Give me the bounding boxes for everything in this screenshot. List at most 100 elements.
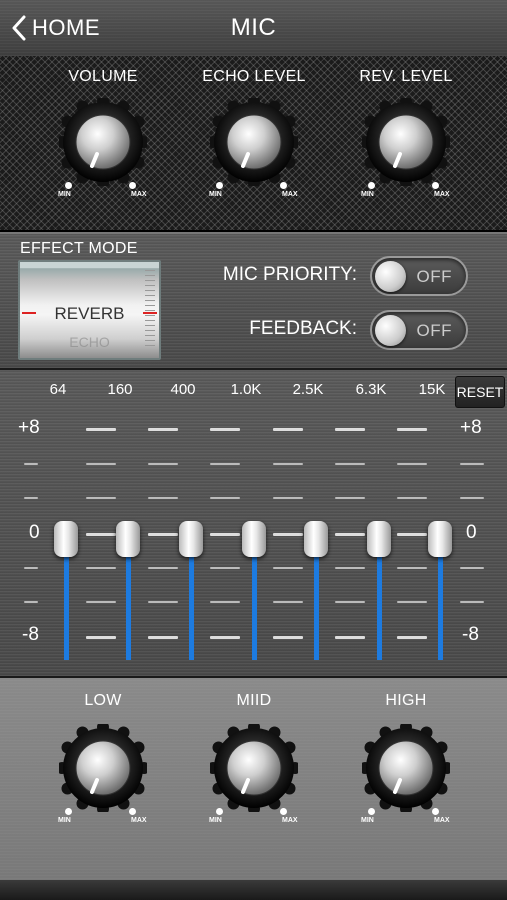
feedback-toggle[interactable]: OFF bbox=[370, 310, 468, 350]
scale-tick bbox=[397, 601, 427, 603]
band-label-6.3K: 6.3K bbox=[355, 381, 387, 398]
min-label: MIN bbox=[58, 817, 71, 824]
eq-slider-1.0K[interactable] bbox=[242, 521, 266, 557]
min-dot bbox=[216, 808, 223, 815]
knob-dial-icon bbox=[207, 95, 301, 189]
toggle-state: OFF bbox=[416, 267, 452, 286]
scale-tick bbox=[273, 601, 303, 603]
scale-tick bbox=[397, 497, 427, 499]
eq-level-fill bbox=[189, 539, 194, 660]
knob-dial-icon bbox=[359, 721, 453, 815]
eq-level-fill bbox=[64, 539, 69, 660]
band-label-15K: 15K bbox=[418, 381, 446, 398]
eq-level-fill bbox=[377, 539, 382, 660]
max-dot bbox=[129, 182, 136, 189]
scale-tick bbox=[397, 567, 427, 569]
scale-tick bbox=[210, 428, 240, 431]
eq-slider-64[interactable] bbox=[54, 521, 78, 557]
max-dot bbox=[129, 808, 136, 815]
max-dot bbox=[280, 182, 287, 189]
max-dot bbox=[432, 182, 439, 189]
scale-tick bbox=[273, 567, 303, 569]
scale-tick bbox=[24, 601, 38, 603]
scale-tick bbox=[273, 533, 303, 536]
scale-tick bbox=[148, 636, 178, 639]
scale-tick bbox=[86, 533, 116, 536]
eq-slider-400[interactable] bbox=[179, 521, 203, 557]
min-label: MIN bbox=[361, 191, 374, 198]
echo-level-knob[interactable]: MIN MAX bbox=[207, 95, 310, 198]
max-label: MAX bbox=[282, 817, 298, 824]
volume-label: VOLUME bbox=[68, 68, 138, 85]
eq-slider-2.5K[interactable] bbox=[304, 521, 328, 557]
reset-button[interactable]: RESET bbox=[455, 376, 505, 408]
scale-top-left: +8 bbox=[18, 417, 40, 438]
mic-priority-label: MIC PRIORITY: bbox=[222, 264, 357, 285]
scale-tick bbox=[335, 601, 365, 603]
scale-bottom-left: -8 bbox=[22, 624, 39, 645]
band-label-1.0K: 1.0K bbox=[230, 381, 262, 398]
toggle-state: OFF bbox=[416, 321, 452, 340]
scale-tick bbox=[273, 463, 303, 465]
scale-bottom-right: -8 bbox=[462, 624, 479, 645]
scale-tick bbox=[210, 636, 240, 639]
scale-tick bbox=[148, 533, 178, 536]
scale-tick bbox=[86, 601, 116, 603]
feedback-label: FEEDBACK: bbox=[249, 318, 357, 339]
scale-tick bbox=[24, 567, 38, 569]
eq-slider-15K[interactable] bbox=[428, 521, 452, 557]
scale-tick bbox=[86, 567, 116, 569]
scale-tick bbox=[335, 463, 365, 465]
scale-tick bbox=[397, 533, 427, 536]
page-title: MIC bbox=[230, 14, 277, 41]
effect-mode-title: EFFECT MODE bbox=[20, 240, 138, 257]
scale-tick bbox=[460, 567, 484, 569]
scale-tick bbox=[335, 497, 365, 499]
scale-tick bbox=[148, 428, 178, 431]
toggle-thumb bbox=[375, 261, 406, 292]
effect-mode-selector[interactable]: REVERB ECHO bbox=[18, 260, 161, 360]
min-dot bbox=[65, 182, 72, 189]
high-label: HIGH bbox=[385, 692, 427, 709]
low-knob[interactable]: MIN MAX bbox=[56, 721, 159, 824]
knob-dial-icon bbox=[56, 95, 150, 189]
high-knob[interactable]: MIN MAX bbox=[359, 721, 462, 824]
min-label: MIN bbox=[361, 817, 374, 824]
scale-tick bbox=[86, 636, 116, 639]
scale-tick bbox=[460, 463, 484, 465]
scale-tick bbox=[148, 601, 178, 603]
max-dot bbox=[280, 808, 287, 815]
scale-tick bbox=[335, 533, 365, 536]
eq-slider-6.3K[interactable] bbox=[367, 521, 391, 557]
rev-level-knob[interactable]: MIN MAX bbox=[359, 95, 462, 198]
scale-tick bbox=[273, 497, 303, 499]
min-label: MIN bbox=[209, 817, 222, 824]
max-label: MAX bbox=[282, 191, 298, 198]
scale-mid-right: 0 bbox=[466, 522, 477, 543]
effect-mode-next: ECHO bbox=[69, 334, 110, 350]
scale-tick bbox=[24, 463, 38, 465]
scale-top-right: +8 bbox=[460, 417, 482, 438]
eq-level-fill bbox=[126, 539, 131, 660]
min-dot bbox=[216, 182, 223, 189]
scale-tick bbox=[335, 428, 365, 431]
scale-tick bbox=[86, 463, 116, 465]
low-label: LOW bbox=[84, 692, 122, 709]
mid-knob[interactable]: MIN MAX bbox=[207, 721, 310, 824]
max-label: MAX bbox=[131, 817, 147, 824]
toggle-thumb bbox=[375, 315, 406, 346]
scale-tick bbox=[210, 463, 240, 465]
knob-dial-icon bbox=[56, 721, 150, 815]
scale-tick bbox=[210, 567, 240, 569]
scale-tick bbox=[210, 601, 240, 603]
band-label-160: 160 bbox=[107, 381, 133, 398]
mic-priority-toggle[interactable]: OFF bbox=[370, 256, 468, 296]
eq-level-fill bbox=[438, 539, 443, 660]
max-label: MAX bbox=[434, 817, 450, 824]
scale-tick bbox=[210, 533, 240, 536]
eq-slider-160[interactable] bbox=[116, 521, 140, 557]
volume-knob[interactable]: MIN MAX bbox=[56, 95, 159, 198]
scale-tick bbox=[86, 428, 116, 431]
min-dot bbox=[368, 182, 375, 189]
scale-tick bbox=[24, 497, 38, 499]
